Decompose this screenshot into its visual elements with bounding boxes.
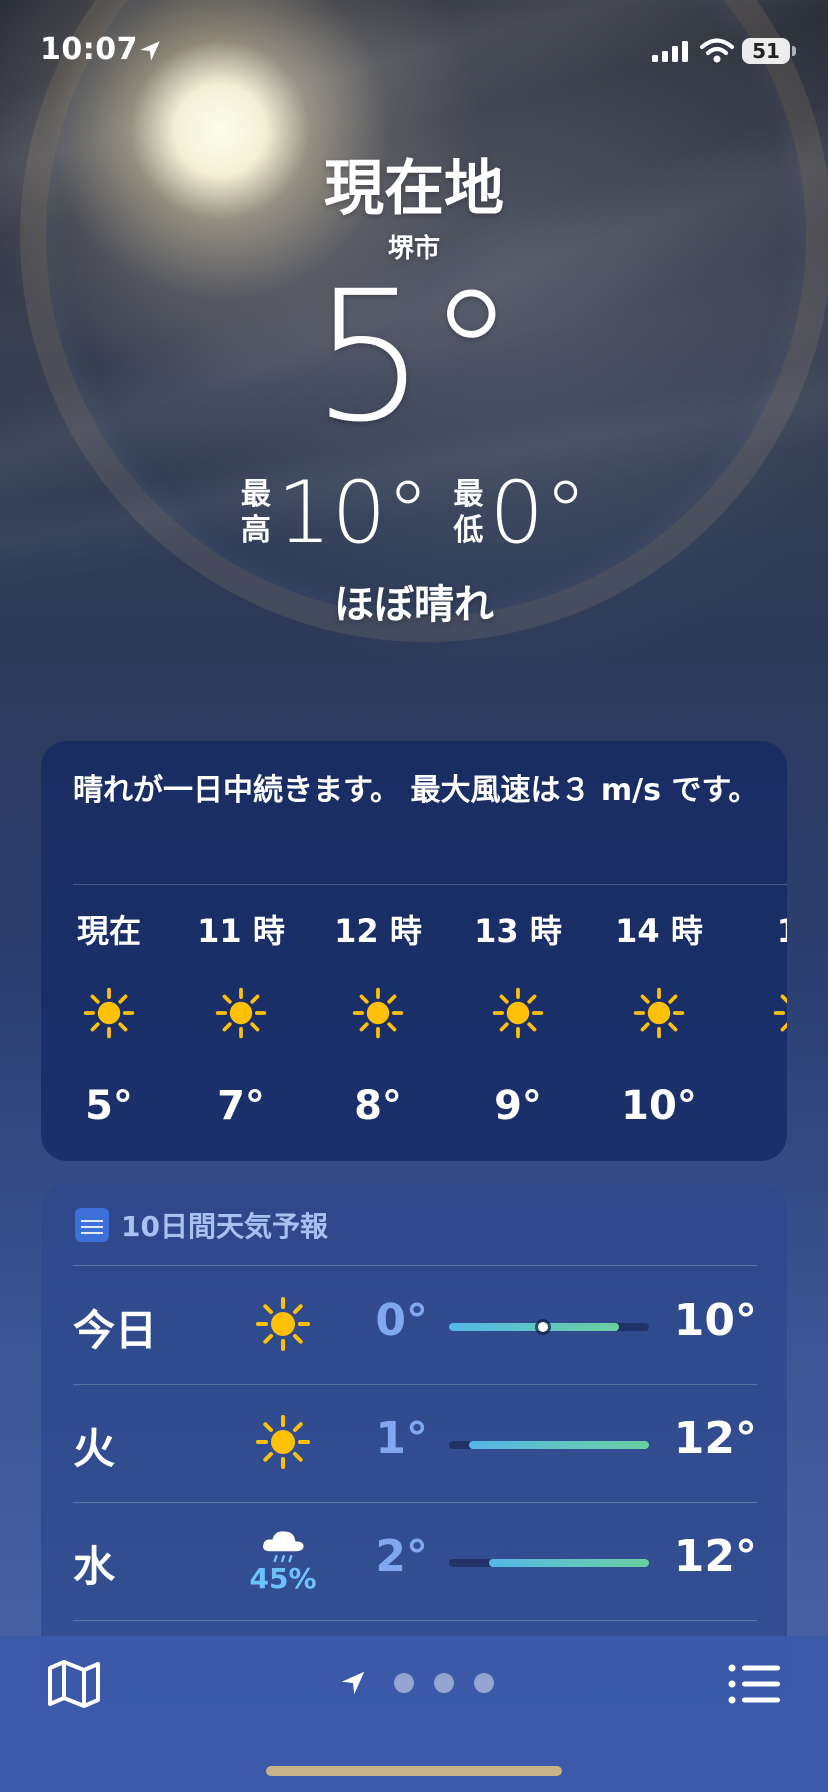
- day-name: 今日: [73, 1306, 158, 1355]
- list-icon[interactable]: [724, 1654, 784, 1714]
- hour-label: 13 時: [474, 912, 562, 950]
- low-label-char-1: 最: [453, 477, 484, 512]
- hour-temperature: 7°: [217, 1083, 265, 1129]
- day-icon-wrap: [248, 1407, 318, 1477]
- hour-temperature: 10°: [621, 1083, 697, 1129]
- page-dot[interactable]: [394, 1673, 414, 1693]
- forecast-summary: 晴れが一日中続きます。 最大風速は３ m/s です。: [73, 773, 759, 808]
- current-temp-marker: [538, 1322, 548, 1332]
- hourly-forecast-card[interactable]: 晴れが一日中続きます。 最大風速は３ m/s です。 現在 5° 11 時 7° 1…: [41, 741, 787, 1161]
- day-icon-wrap: 45%: [248, 1525, 318, 1595]
- calendar-icon: [75, 1208, 109, 1242]
- high-low: 最 高 10° 最 低 0°: [0, 468, 828, 558]
- hour-item: 11 時 7°: [181, 911, 301, 1129]
- hour-item: 15 1: [739, 911, 787, 1129]
- precip-chance: 45%: [249, 1562, 317, 1595]
- temp-range-fill: [469, 1441, 649, 1449]
- page-dot[interactable]: [434, 1673, 454, 1693]
- sun-icon: [83, 987, 135, 1039]
- hour-label: 14 時: [615, 912, 703, 950]
- cellular-signal-icon: [652, 41, 688, 62]
- day-low: 2°: [375, 1531, 428, 1582]
- temp-range-bar: [449, 1559, 649, 1567]
- hourly-divider: [73, 884, 787, 885]
- day-low: 1°: [375, 1413, 428, 1464]
- day-row[interactable]: 火 1° 12°: [73, 1385, 757, 1503]
- day-name: 水: [73, 1542, 116, 1591]
- low-temperature: 0°: [489, 463, 588, 563]
- day-high: 10°: [673, 1295, 757, 1346]
- hourly-scroll[interactable]: 現在 5°11 時 7°12 時 8°13 時 9°14 時 10°15 1: [41, 911, 787, 1151]
- low-label-char-2: 低: [453, 513, 484, 548]
- location-title: 現在地: [324, 154, 504, 224]
- condition-text: ほぼ晴れ: [334, 582, 494, 628]
- sun-icon: [256, 1297, 310, 1351]
- sun-icon: [492, 987, 544, 1039]
- day-high: 12°: [673, 1531, 757, 1582]
- hour-label: 11 時: [197, 912, 285, 950]
- hour-label: 現在: [76, 912, 141, 950]
- daily-forecast-title: 10日間天気予報: [121, 1210, 328, 1243]
- hour-icon-wrap: [739, 983, 787, 1043]
- day-name: 火: [73, 1424, 116, 1473]
- page-indicator[interactable]: [338, 1668, 504, 1698]
- hour-label: 15: [739, 911, 787, 951]
- battery-indicator: 51: [742, 38, 790, 64]
- hour-label: 12 時: [334, 912, 422, 950]
- sun-icon: [633, 987, 685, 1039]
- hour-icon-wrap: [318, 983, 438, 1043]
- current-location-page-icon[interactable]: [338, 1668, 368, 1698]
- day-row[interactable]: 今日 0° 10°: [73, 1267, 757, 1385]
- day-high: 12°: [673, 1413, 757, 1464]
- sun-icon: [215, 987, 267, 1039]
- high-label-char-1: 最: [240, 477, 271, 512]
- hour-temperature: 8°: [354, 1083, 402, 1129]
- row-divider: [73, 1620, 757, 1621]
- hour-item: 13 時 9°: [458, 911, 578, 1129]
- status-bar: 10:07 51: [0, 30, 828, 70]
- temp-range-bar: [449, 1322, 649, 1332]
- day-icon-wrap: [248, 1289, 318, 1359]
- status-time: 10:07: [40, 32, 138, 67]
- temp-range-fill: [449, 1323, 619, 1331]
- sun-icon: [352, 987, 404, 1039]
- low-label: 最 低: [453, 477, 483, 549]
- hour-item: 現在 5°: [49, 911, 169, 1129]
- page-dot[interactable]: [474, 1673, 494, 1693]
- hour-temperature: 9°: [494, 1083, 542, 1129]
- hour-icon-wrap: [458, 983, 578, 1043]
- daily-forecast-card[interactable]: 10日間天気予報 今日 0° 10° 火 1° 12° 水 45% 2° 12°: [41, 1183, 787, 1703]
- home-indicator[interactable]: [266, 1766, 562, 1776]
- wifi-icon: [700, 38, 734, 63]
- daily-forecast-header: 10日間天気予報: [75, 1205, 328, 1245]
- hour-icon-wrap: [49, 983, 169, 1043]
- high-label-char-2: 高: [240, 513, 271, 548]
- high-temperature: 10°: [276, 463, 430, 563]
- temp-range-bar: [449, 1441, 649, 1449]
- current-temperature: 5°: [311, 253, 517, 462]
- hour-item: 12 時 8°: [318, 911, 438, 1129]
- sun-icon: [773, 994, 787, 1032]
- hour-icon-wrap: [599, 983, 719, 1043]
- cloud-rain-icon: [263, 1531, 304, 1563]
- battery-tip: [792, 46, 796, 56]
- map-icon[interactable]: [44, 1654, 104, 1714]
- hour-temperature: 5°: [85, 1083, 133, 1129]
- hour-icon-wrap: [181, 983, 301, 1043]
- location-arrow-icon: [140, 41, 160, 61]
- high-label: 最 高: [241, 477, 271, 549]
- daily-divider: [73, 1265, 757, 1266]
- temp-range-fill: [489, 1559, 649, 1567]
- day-low: 0°: [375, 1295, 428, 1346]
- hour-temperature: 1: [739, 1083, 787, 1129]
- sun-icon: [256, 1415, 310, 1469]
- day-row[interactable]: 水 45% 2° 12°: [73, 1503, 757, 1621]
- hour-item: 14 時 10°: [599, 911, 719, 1129]
